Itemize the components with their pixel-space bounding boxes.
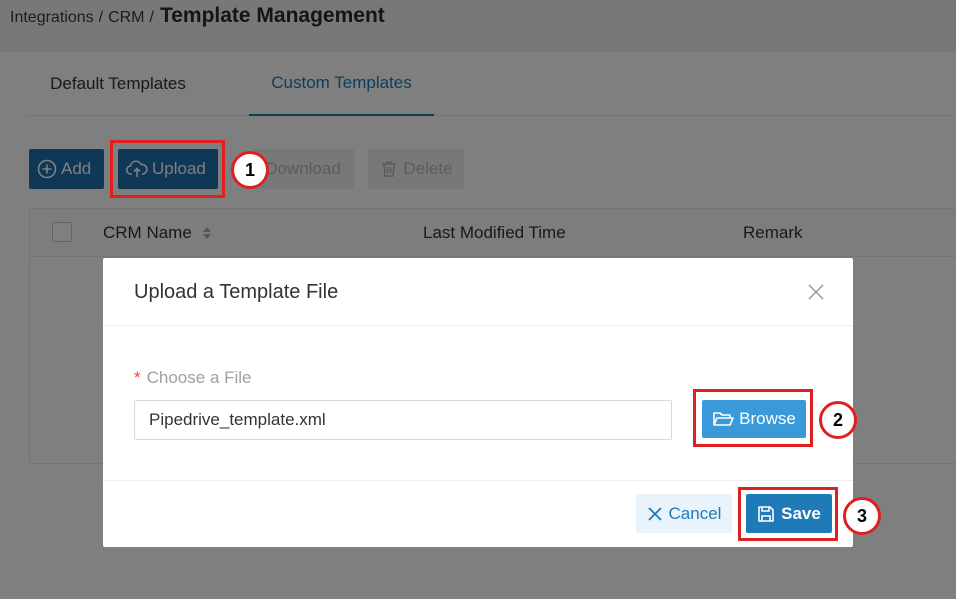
close-icon[interactable] bbox=[806, 282, 826, 302]
highlight-upload bbox=[110, 140, 225, 198]
cancel-button-label: Cancel bbox=[668, 503, 722, 523]
file-path-input[interactable] bbox=[134, 400, 672, 440]
dialog-title: Upload a Template File bbox=[134, 281, 339, 303]
field-label: * Choose a File bbox=[134, 368, 252, 388]
step-marker-1: 1 bbox=[231, 151, 269, 189]
close-icon bbox=[647, 506, 662, 521]
step-marker-3: 3 bbox=[843, 497, 881, 535]
highlight-browse bbox=[693, 389, 813, 447]
field-label-text: Choose a File bbox=[146, 368, 252, 387]
step-marker-2: 2 bbox=[819, 401, 857, 439]
required-mark: * bbox=[134, 368, 141, 387]
highlight-save bbox=[738, 487, 838, 541]
dialog-header: Upload a Template File bbox=[103, 258, 853, 326]
cancel-button[interactable]: Cancel bbox=[636, 494, 732, 533]
